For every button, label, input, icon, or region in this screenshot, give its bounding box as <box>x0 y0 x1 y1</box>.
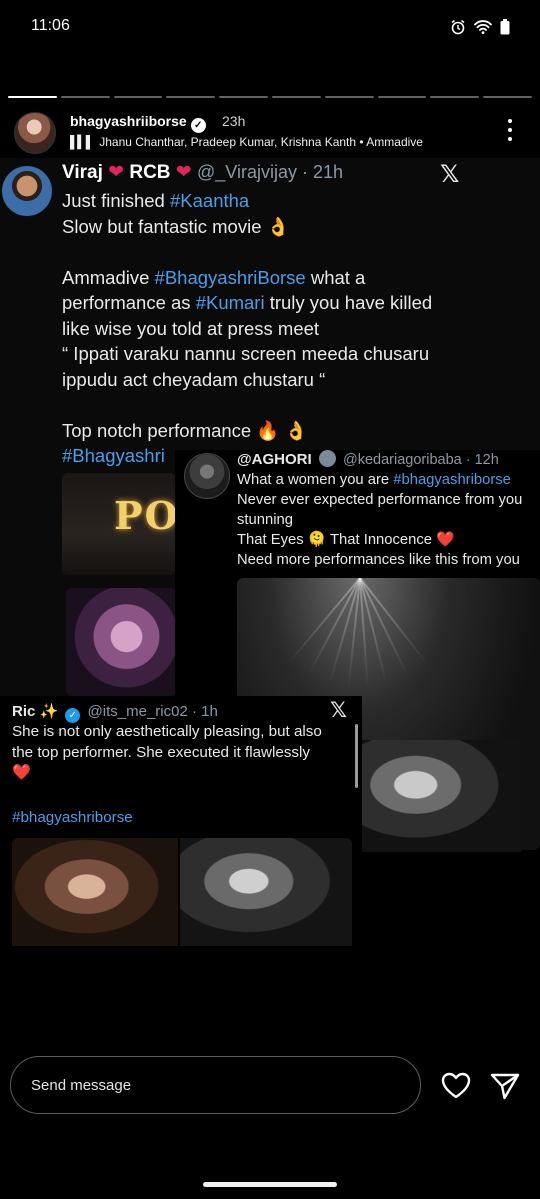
marquee-sign-text: PO <box>114 493 176 538</box>
alien-emoji-icon <box>318 450 336 467</box>
progress-segment <box>430 96 480 98</box>
tweet-text-line: Ammadive #BhagyashriBorse what a <box>62 265 532 291</box>
text-span: performance as <box>62 292 196 313</box>
like-heart-icon[interactable] <box>440 1070 472 1102</box>
tweet-image-bw-actress <box>359 740 521 852</box>
heart-emoji-icon: ❤ <box>175 162 192 183</box>
text-span: Just finished <box>62 190 170 211</box>
more-options-icon[interactable] <box>506 119 514 141</box>
tweet-header: @AGHORI @kedariagoribaba · 12h <box>237 450 499 468</box>
tweet-text-line: “ Ippati varaku nannu screen meeda chusa… <box>62 341 532 367</box>
tweet-text-line: stunning <box>237 510 540 530</box>
tweet-handle: @_Virajvijay · 21h <box>197 162 344 182</box>
tweet-handle: @kedariagoribaba · 12h <box>342 452 499 468</box>
progress-segment <box>8 96 57 98</box>
story-header: bhagyashriiborse ✓ 23h ▌▍▌ Jhanu Chanthar,… <box>0 104 540 158</box>
tweet-hashtag[interactable]: #bhagyashriborse <box>12 809 133 826</box>
reply-bar <box>0 1046 540 1199</box>
x-logo-icon: 𝕏 <box>330 698 347 722</box>
hashtag-link[interactable]: #Bhagyashri <box>62 445 165 466</box>
text-span: Need more performances like this from yo… <box>237 552 520 568</box>
tweet-handle: @its_me_ric02 · 1h <box>87 703 218 720</box>
tweet-text-line: ippudu act cheyadam chustaru “ <box>62 367 532 393</box>
tweet-text-line <box>62 239 532 265</box>
text-span <box>62 394 67 415</box>
tweet-ric: Ric ✨ ✓ @its_me_ric02 · 1h 𝕏 She is not … <box>0 696 362 946</box>
tweet-header: Ric ✨ ✓ @its_me_ric02 · 1h <box>12 702 218 723</box>
heart-emoji-icon: ❤ <box>108 162 125 183</box>
verified-icon: ✓ <box>190 118 206 133</box>
text-span: Never ever expected performance from you <box>237 492 523 508</box>
tweet-text-line: Never ever expected performance from you <box>237 490 540 510</box>
text-span <box>62 241 67 262</box>
tweet-text-line: performance as #Kumari truly you have ki… <box>62 290 532 316</box>
tweet-author-name: Viraj <box>62 162 103 183</box>
tweet-text-line: Just finished #Kaantha <box>62 188 532 214</box>
tweet-author-name: @AGHORI <box>237 451 312 468</box>
status-time: 11:06 <box>31 17 70 34</box>
avatar[interactable] <box>14 112 56 154</box>
tweet-text: Just finished #Kaantha Slow but fantastic… <box>62 188 532 469</box>
tweet-image-actress-bw <box>180 838 352 946</box>
progress-segment <box>219 96 268 98</box>
tweet-image-marquee: PO <box>62 473 176 575</box>
status-icons <box>450 19 510 40</box>
story-username[interactable]: bhagyashriiborse ✓ <box>70 113 206 133</box>
wifi-icon <box>474 19 492 40</box>
text-span: Top notch performance 🔥 👌 <box>62 419 308 441</box>
text-span: That Eyes 🫠 That Innocence ❤️ <box>237 532 455 548</box>
progress-segment <box>166 96 216 98</box>
tweet-text: She is not only aesthetically pleasing, … <box>12 723 322 781</box>
tweet-author-name: Ric ✨ <box>12 703 59 720</box>
progress-segment <box>60 96 110 98</box>
hashtag-link[interactable]: #Kumari <box>196 292 265 313</box>
story-time: 23h <box>222 113 246 129</box>
status-bar: 11:06 <box>0 0 540 56</box>
verified-icon: ✓ <box>65 708 81 723</box>
scrollbar[interactable] <box>355 724 358 788</box>
light-ray <box>288 578 361 663</box>
avatar <box>2 166 52 216</box>
story-music[interactable]: ▌▍▌ Jhanu Chanthar, Pradeep Kumar, Krishn… <box>70 135 423 149</box>
tweet-text-line: Slow but fantastic movie 👌 <box>62 214 532 240</box>
hashtag-link[interactable]: #bhagyashriborse <box>393 472 511 488</box>
tweet-text-line: What a women you are #bhagyashriborse <box>237 470 540 490</box>
text-span: Slow but fantastic movie 👌 <box>62 215 290 237</box>
battery-icon <box>500 19 510 40</box>
text-span: ippudu act cheyadam chustaru “ <box>62 368 326 390</box>
send-icon[interactable] <box>489 1070 521 1102</box>
x-logo-icon: 𝕏 <box>440 160 460 188</box>
text-span: Ammadive <box>62 266 155 288</box>
tweet-text-line <box>62 392 532 418</box>
tweet-text-line: like wise you told at press meet <box>62 316 532 342</box>
text-span: truly you have killed <box>264 292 433 313</box>
hashtag-link[interactable]: #Kaantha <box>170 190 249 211</box>
tweet-author-suffix: RCB <box>129 162 171 183</box>
text-span: stunning <box>237 512 293 528</box>
text-span: What a women you are <box>237 472 394 488</box>
tweet-image-actress <box>66 588 176 696</box>
home-indicator[interactable] <box>203 1182 337 1187</box>
tweet-header: Viraj ❤ RCB ❤ @_Virajvijay · 21h <box>62 161 343 184</box>
hashtag-link[interactable]: #BhagyashriBorse <box>155 267 306 288</box>
tweet-image-actress-smile <box>12 838 178 946</box>
tweet-text-line: That Eyes 🫠 That Innocence ❤️ <box>237 530 540 550</box>
send-message-input[interactable] <box>10 1056 421 1114</box>
tweet-text-line: Need more performances like this from yo… <box>237 550 540 570</box>
progress-segment <box>271 96 321 98</box>
text-span: like wise you told at press meet <box>62 317 320 339</box>
alarm-icon <box>450 19 466 40</box>
text-span: “ Ippati varaku nannu screen meeda chusa… <box>62 343 430 364</box>
text-span: what a <box>305 266 366 288</box>
story-progress <box>8 96 532 98</box>
progress-segment <box>324 96 374 98</box>
tweet-text-line: Top notch performance 🔥 👌 <box>62 418 532 444</box>
music-bars-icon: ▌▍▌ <box>70 135 94 149</box>
progress-segment <box>113 96 163 98</box>
progress-segment <box>377 96 427 98</box>
avatar <box>184 453 230 499</box>
progress-segment <box>483 96 532 98</box>
tweet-text: What a women you are #bhagyashriborse Nev… <box>237 470 540 570</box>
